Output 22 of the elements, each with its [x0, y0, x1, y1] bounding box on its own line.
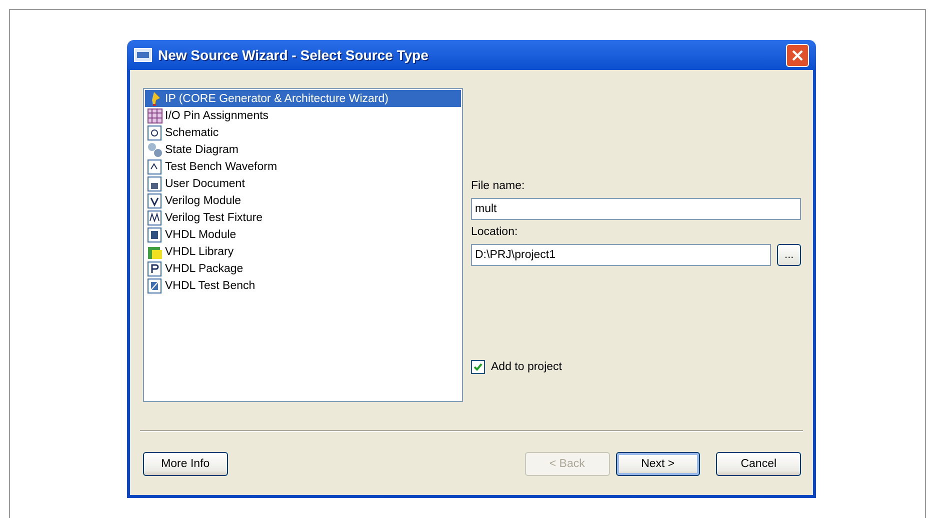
list-item[interactable]: User Document	[145, 175, 461, 192]
field-label: Location:	[471, 226, 519, 238]
browse-button[interactable]: ...	[777, 244, 801, 266]
list-item[interactable]: I/O Pin Assignments	[145, 107, 461, 124]
file-name-field[interactable]: mult	[471, 198, 801, 220]
checkbox-label: Add to project	[491, 361, 562, 373]
list-item[interactable]: State Diagram	[145, 141, 461, 158]
dialog-button[interactable]: Cancel	[716, 452, 801, 476]
list-item[interactable]: IP (CORE Generator & Architecture Wizard)	[145, 90, 461, 107]
list-item[interactable]: VHDL Package	[145, 260, 461, 277]
dialog-button[interactable]: Next >	[616, 452, 700, 476]
field-label: File name:	[471, 180, 526, 192]
list-item[interactable]: Schematic	[145, 124, 461, 141]
window-title: New Source Wizard - Select Source Type	[158, 47, 430, 63]
location-field[interactable]: D:\PRJ\project1	[471, 244, 772, 266]
dialog-button[interactable]: More Info	[143, 452, 228, 476]
list-item[interactable]: VHDL Library	[145, 243, 461, 260]
list-item[interactable]: Verilog Module	[145, 192, 461, 209]
list-item[interactable]: Test Bench Waveform	[145, 158, 461, 175]
list-item[interactable]: VHDL Test Bench	[145, 277, 461, 294]
list-item[interactable]: Verilog Test Fixture	[145, 209, 461, 226]
list-item[interactable]: VHDL Module	[145, 226, 461, 243]
